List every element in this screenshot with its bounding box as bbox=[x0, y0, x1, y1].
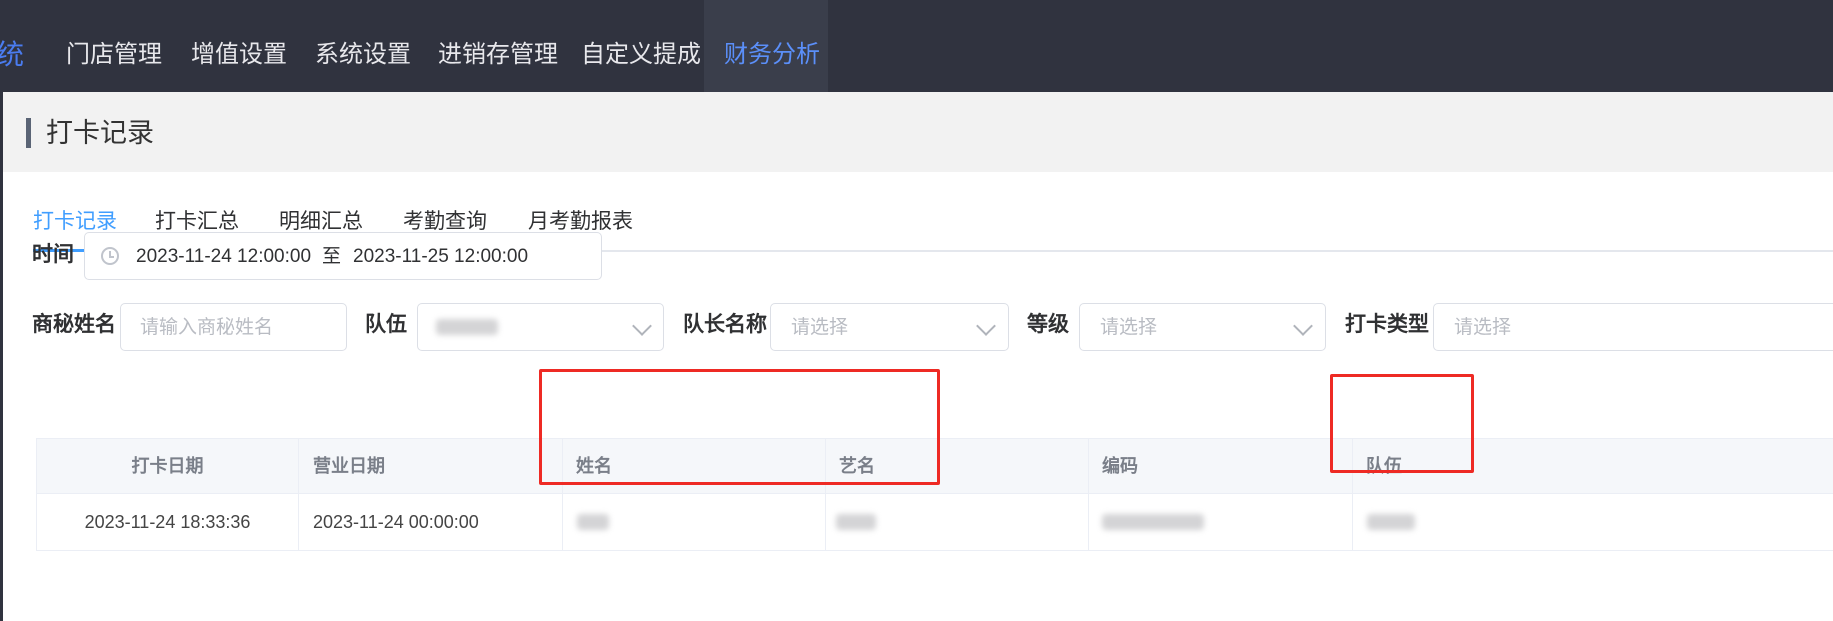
column-header-business-date: 营业日期 bbox=[299, 439, 563, 494]
nav-item-inventory[interactable]: 进销存管理 bbox=[438, 0, 558, 92]
captain-select[interactable]: 请选择 bbox=[770, 303, 1009, 351]
redacted-stage-name bbox=[836, 514, 876, 530]
title-accent-bar bbox=[26, 118, 31, 148]
nav-item-store[interactable]: 门店管理 bbox=[66, 0, 162, 92]
main-content: 打卡记录 打卡汇总 明细汇总 考勤查询 月考勤报表 时间 2023-11-24 … bbox=[0, 172, 1833, 621]
level-label: 等级 bbox=[1027, 313, 1069, 336]
level-select-placeholder: 请选择 bbox=[1100, 317, 1158, 338]
team-label: 队伍 bbox=[365, 313, 407, 336]
captain-label: 队长名称 bbox=[683, 313, 767, 336]
captain-select-placeholder: 请选择 bbox=[791, 317, 849, 338]
chevron-down-icon bbox=[976, 316, 996, 336]
date-range-separator: 至 bbox=[322, 246, 342, 267]
redacted-name bbox=[577, 514, 609, 530]
highlight-box-team-column bbox=[1330, 374, 1474, 473]
app-title-fragment: 统 bbox=[0, 39, 25, 70]
date-range-picker[interactable]: 2023-11-24 12:00:00 至 2023-11-25 12:00:0… bbox=[84, 232, 602, 280]
team-select-value bbox=[436, 319, 498, 335]
nav-item-value-added[interactable]: 增值设置 bbox=[191, 0, 287, 92]
cell-team bbox=[1353, 494, 1833, 550]
redacted-code bbox=[1102, 514, 1204, 530]
chevron-down-icon bbox=[1293, 316, 1313, 336]
name-input-placeholder: 请输入商秘姓名 bbox=[140, 317, 274, 338]
highlight-box-name-columns bbox=[539, 369, 940, 485]
table-row[interactable]: 2023-11-24 18:33:36 2023-11-24 00:00:00 bbox=[37, 494, 1833, 550]
punch-type-select[interactable]: 请选择 bbox=[1433, 303, 1833, 351]
column-header-punch-date: 打卡日期 bbox=[37, 439, 299, 494]
date-range-start[interactable]: 2023-11-24 12:00:00 bbox=[136, 243, 311, 271]
name-label: 商秘姓名 bbox=[32, 313, 116, 336]
punch-type-select-placeholder: 请选择 bbox=[1454, 317, 1512, 338]
cell-code bbox=[1089, 494, 1353, 550]
chevron-down-icon bbox=[632, 316, 652, 336]
cell-business-date: 2023-11-24 00:00:00 bbox=[299, 494, 563, 550]
nav-item-system[interactable]: 系统设置 bbox=[315, 0, 411, 92]
nav-item-finance[interactable]: 财务分析 bbox=[704, 0, 828, 92]
level-select[interactable]: 请选择 bbox=[1079, 303, 1326, 351]
column-header-code: 编码 bbox=[1089, 439, 1353, 494]
time-label: 时间 bbox=[32, 243, 74, 266]
cell-stage-name bbox=[826, 494, 1089, 550]
punch-type-label: 打卡类型 bbox=[1345, 313, 1429, 336]
team-select[interactable] bbox=[417, 303, 664, 351]
redacted-team bbox=[1367, 514, 1415, 530]
cell-name bbox=[563, 494, 826, 550]
nav-item-commission[interactable]: 自定义提成 bbox=[581, 0, 701, 92]
clock-icon bbox=[101, 247, 119, 265]
page-header: 打卡记录 bbox=[0, 92, 1833, 172]
date-range-end[interactable]: 2023-11-25 12:00:00 bbox=[353, 243, 528, 271]
name-input[interactable]: 请输入商秘姓名 bbox=[120, 303, 347, 351]
page-title: 打卡记录 bbox=[46, 118, 154, 148]
top-navbar: 统 门店管理 增值设置 系统设置 进销存管理 自定义提成 财务分析 bbox=[0, 0, 1833, 92]
cell-punch-date: 2023-11-24 18:33:36 bbox=[37, 494, 299, 550]
